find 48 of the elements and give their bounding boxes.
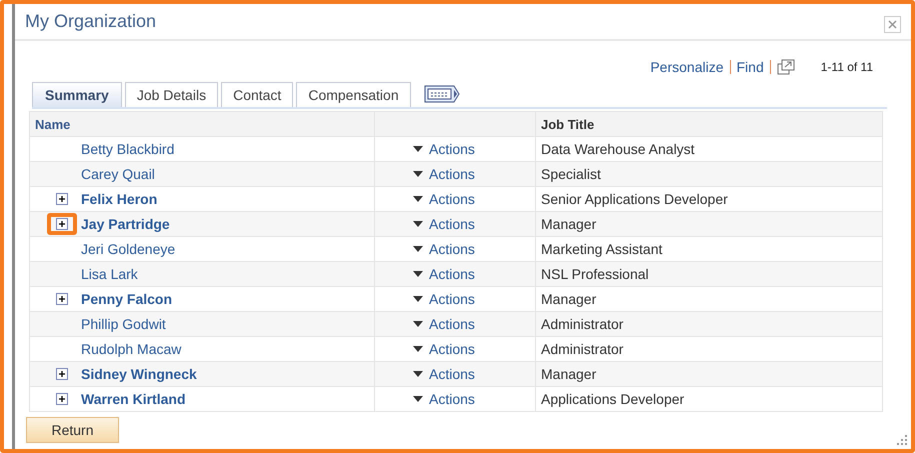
tab[interactable]: Summary xyxy=(32,82,122,107)
employee-link[interactable]: Penny Falcon xyxy=(81,291,172,307)
tab[interactable]: Job Details xyxy=(124,82,218,107)
table-cell: Applications Developer xyxy=(536,386,882,412)
caret-icon xyxy=(413,196,423,202)
close-icon xyxy=(888,20,897,29)
expand-icon[interactable] xyxy=(56,218,68,230)
employee-link[interactable]: Felix Heron xyxy=(81,191,158,207)
caret-icon xyxy=(413,171,423,177)
tab[interactable]: Compensation xyxy=(296,82,411,107)
resize-grip-icon[interactable] xyxy=(897,435,907,445)
new-window-icon[interactable] xyxy=(776,59,795,75)
caret-icon xyxy=(413,146,423,152)
caret-icon xyxy=(413,296,423,302)
expand-icon[interactable] xyxy=(56,293,68,305)
caret-icon xyxy=(413,396,423,402)
caret-icon xyxy=(413,371,423,377)
employee-link[interactable]: Carey Quail xyxy=(81,166,155,182)
column-header: Name xyxy=(30,112,374,136)
employee-link[interactable]: Jay Partridge xyxy=(81,216,170,232)
table-cell: NSL Professional xyxy=(536,262,882,286)
employee-link[interactable]: Rudolph Macaw xyxy=(81,341,182,357)
table-cell: Administrator xyxy=(536,312,882,336)
tab[interactable]: Contact xyxy=(221,82,294,107)
employee-link[interactable]: Jeri Goldeneye xyxy=(81,241,176,257)
table-cell: Specialist xyxy=(536,162,882,186)
employee-link[interactable]: Lisa Lark xyxy=(81,266,138,282)
caret-icon xyxy=(413,321,423,327)
close-button[interactable] xyxy=(884,16,901,33)
caret-icon xyxy=(413,246,423,252)
employee-link[interactable]: Phillip Godwit xyxy=(81,316,166,332)
return-button[interactable]: Return xyxy=(26,417,119,443)
toolbar-link[interactable]: Find xyxy=(736,59,764,75)
expand-icon[interactable] xyxy=(56,368,68,380)
table-cell: Manager xyxy=(536,212,882,236)
column-header: Job Title xyxy=(536,112,882,136)
toolbar-link[interactable]: Personalize xyxy=(650,59,724,75)
employee-link[interactable]: Warren Kirtland xyxy=(81,391,186,407)
expand-icon[interactable] xyxy=(56,193,68,205)
table-cell: Manager xyxy=(536,362,882,386)
caret-icon xyxy=(413,346,423,352)
window-title: My Organization xyxy=(25,11,156,32)
expand-icon[interactable] xyxy=(56,393,68,405)
row-count: 1-11 of 11 xyxy=(820,60,873,74)
show-all-columns-icon[interactable] xyxy=(424,85,460,103)
caret-icon xyxy=(413,221,423,227)
employee-link[interactable]: Betty Blackbird xyxy=(81,141,174,157)
caret-icon xyxy=(413,271,423,277)
